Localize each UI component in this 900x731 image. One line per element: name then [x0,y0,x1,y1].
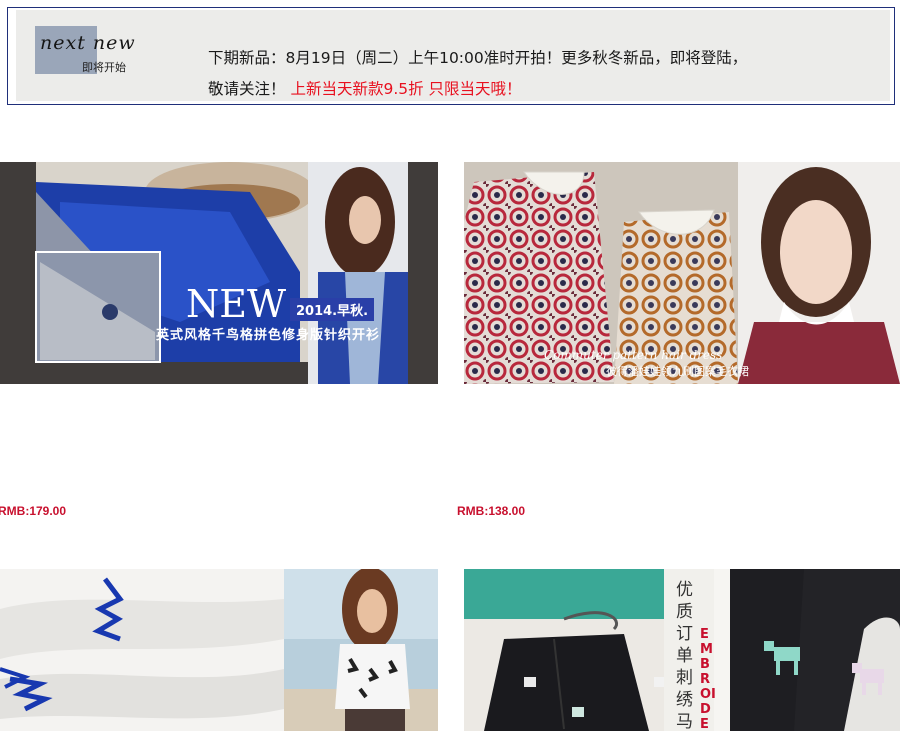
promo-text: 上新当天新款9.5折 只限当天哦！ [290,80,522,98]
notice-prefix: 敬请关注！ [208,80,286,98]
overlay-vertical-en: EMBROIDE [700,627,716,731]
palm-sweater-photo [0,569,438,731]
knit-cardigan-photo [0,162,438,384]
notice-line-1: 下期新品：8月19日（周二）上午10:00准时开拍！更多秋冬新品，即将登陆， [208,49,748,67]
price-label-2: RMB:138.00 [457,504,526,518]
product-image-collar-dress[interactable]: Commuter pattern hair dress 彼得潘娃娃领九刷图案毛衣… [464,162,900,384]
overlay-caption: 英式风格千鸟格拼色修身版针织开衫 [156,328,381,343]
product-image-embroidered-cardigan[interactable]: 优质订单 刺绣马 春 EMBROIDE [464,569,900,731]
overlay-caption-cn: 彼得潘娃娃领九刷图案毛衣裙 [606,365,749,378]
price-label-1: RMB:179.00 [0,504,67,518]
overlay-caption-en: Commuter pattern hair dress [544,348,723,362]
overlay-title: NEW [186,282,287,326]
product-image-knit-cardigan[interactable]: NEW 2014.早秋. 英式风格千鸟格拼色修身版针织开衫 [0,162,438,384]
overlay-vertical-cn: 优质订单 刺绣马 春 [676,580,693,731]
overlay-badge: 2014.早秋. [290,298,375,321]
logo-subtitle: 即将开始 [82,61,126,74]
notice-line-2: 敬请关注！ 上新当天新款9.5折 只限当天哦！ [208,77,522,99]
announcement-banner: next new 即将开始 下期新品：8月19日（周二）上午10:00准时开拍！… [7,7,895,105]
next-new-logo: next new [40,32,136,54]
banner-background: next new 即将开始 下期新品：8月19日（周二）上午10:00准时开拍！… [16,10,890,101]
product-image-palm-sweater[interactable] [0,569,438,731]
